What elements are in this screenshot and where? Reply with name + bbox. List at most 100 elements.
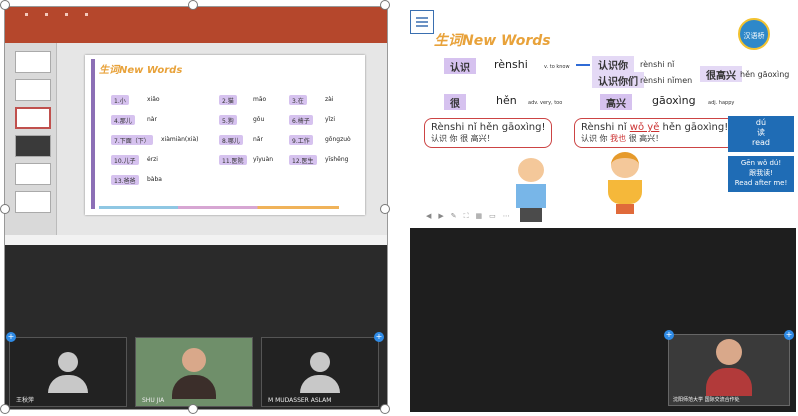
participant-tile-video[interactable]: SHU JIA [135, 337, 253, 407]
powerpoint-title-bar [5, 7, 387, 43]
vocab-word: 10.儿子 [111, 155, 139, 165]
vocab-pinyin: gāoxìng [652, 94, 696, 107]
participant-tile[interactable]: 王秋萍 [9, 337, 127, 407]
vocab-pinyin: zài [325, 96, 334, 103]
vocab-pinyin: gōngzuò [325, 136, 351, 143]
add-icon[interactable]: + [664, 330, 674, 340]
vocab-word: 6.椅子 [289, 115, 313, 125]
resize-handle[interactable] [0, 0, 10, 10]
vocab-word: 2.猫 [219, 95, 237, 105]
vocab-word: 5.狗 [219, 115, 237, 125]
resize-handle[interactable] [0, 204, 10, 214]
participant-name: 沈阳师范大学 国际交流合作处 [673, 397, 740, 403]
powerpoint-workspace: 生词New Words 1.小 xiǎo 2.猫 māo 3.在 zài 4.那… [5, 43, 387, 235]
bubble-pinyin: Rènshi nǐ hěn gāoxìng! [431, 122, 546, 133]
boy-cartoon-image [516, 158, 546, 222]
vocab-pinyin: yīyuàn [253, 156, 274, 163]
participant-video-feed [706, 339, 752, 396]
vocab-pinyin: xiǎo [147, 96, 160, 103]
left-shared-screen-window: 生词New Words 1.小 xiǎo 2.猫 māo 3.在 zài 4.那… [4, 6, 388, 410]
resize-handle[interactable] [380, 404, 390, 414]
vocab-word: 12.医生 [289, 155, 317, 165]
participant-name: M MUDASSER ASLAM [268, 397, 332, 404]
read-after-me-badge: Gēn wǒ dú! 跟我读! Read after me! [728, 156, 794, 192]
vocab-pinyin: xiàmiàn(xià) [161, 136, 199, 143]
participant-tile-video[interactable]: 沈阳师范大学 国际交流合作处 [668, 334, 790, 406]
vocab-word: 4.那儿 [111, 115, 135, 125]
bubble-hanzi-highlight: 我也 [610, 134, 627, 143]
read-after-english: Read after me! [734, 179, 788, 187]
arrow-icon [576, 64, 590, 66]
add-icon[interactable]: + [6, 332, 16, 342]
vocab-word: 认识 [444, 58, 476, 74]
slide-thumbnail-selected[interactable] [15, 107, 51, 129]
slide-title: 生词New Words [99, 65, 183, 76]
phrase: 很高兴 [700, 66, 742, 82]
slide-thumbnails-panel[interactable] [5, 43, 57, 235]
resize-handle[interactable] [188, 0, 198, 10]
vocab-pinyin: yǐzi [325, 116, 336, 123]
participant-tile[interactable]: M MUDASSER ASLAM [261, 337, 379, 407]
bubble-hanzi: 很 高兴！ [626, 134, 664, 143]
slide-title: 生词New Words [434, 33, 551, 49]
vocab-word: 高兴 [600, 94, 632, 110]
bubble-pinyin-highlight: wǒ yě [629, 122, 660, 133]
phrase: 认识你们 [592, 72, 644, 88]
participant-name: 王秋萍 [16, 397, 35, 404]
vocab-definition: adv. very, too [528, 100, 563, 106]
vocab-pinyin: hěn [496, 94, 517, 107]
phrase-pinyin: rènshi nǐmen [640, 76, 693, 85]
hanyuqiao-logo: 汉语桥 [738, 18, 770, 50]
avatar-placeholder-icon [300, 352, 340, 393]
bubble-hanzi: 认识 你 [581, 134, 611, 143]
bubble-hanzi: 认识 你 很 高兴！ [431, 134, 495, 143]
slide-thumbnail[interactable] [15, 163, 51, 185]
slideshow-toolbar[interactable]: ◀▶✎⛶▦▭⋯ [426, 212, 517, 221]
vocab-word: 7.下面（下） [111, 135, 153, 145]
vocab-word: 1.小 [111, 95, 129, 105]
slide-bottom-colorbar [99, 206, 339, 209]
participant-name: SHU JIA [142, 397, 165, 404]
vocab-word: 11.医院 [219, 155, 247, 165]
vocab-word: 9.工作 [289, 135, 313, 145]
vocab-word: 13.爸爸 [111, 175, 139, 185]
read-hanzi: 读 [757, 128, 765, 137]
slide-thumbnail[interactable] [15, 135, 51, 157]
phrase-pinyin: rènshi nǐ [640, 60, 675, 69]
participant-video-feed [172, 348, 216, 399]
read-pinyin: dú [755, 118, 767, 127]
resize-handle[interactable] [0, 404, 10, 414]
menu-icon[interactable] [410, 10, 434, 34]
add-icon[interactable]: + [784, 330, 794, 340]
slide-thumbnail[interactable] [15, 51, 51, 73]
vocab-definition: adj. happy [708, 100, 735, 106]
vocab-word: 8.哪儿 [219, 135, 243, 145]
phrase-pinyin: hěn gāoxìng [740, 70, 790, 79]
read-badge: dú 读 read [728, 116, 794, 152]
slide-thumbnail[interactable] [15, 79, 51, 101]
read-after-pinyin: Gēn wǒ dú! [740, 159, 782, 167]
avatar-placeholder-icon [48, 352, 88, 393]
read-english: read [751, 138, 770, 147]
bubble-pinyin: hěn gāoxìng! [659, 122, 729, 133]
vocab-pinyin: rènshi [494, 58, 528, 71]
slide-thumbnail[interactable] [15, 191, 51, 213]
resize-handle[interactable] [380, 0, 390, 10]
current-slide: 生词New Words 汉语桥 认识 rènshi v. to know 认识你… [410, 6, 796, 228]
bubble-pinyin: Rènshi nǐ [581, 122, 630, 133]
resize-handle[interactable] [380, 204, 390, 214]
speech-bubble: Rènshi nǐ hěn gāoxìng! 认识 你 很 高兴！ [424, 118, 553, 148]
vocab-pinyin: nǎr [253, 136, 263, 143]
vocab-definition: v. to know [544, 64, 570, 70]
vocab-pinyin: māo [253, 96, 267, 103]
read-after-hanzi: 跟我读! [749, 169, 773, 177]
vocab-pinyin: yīshēng [325, 156, 349, 163]
phrase: 认识你 [592, 56, 634, 72]
add-icon[interactable]: + [374, 332, 384, 342]
vocab-pinyin: gǒu [253, 116, 265, 123]
vocab-pinyin: érzi [147, 156, 158, 163]
vocab-pinyin: bàba [147, 176, 162, 183]
slide-accent-stripe [91, 59, 95, 209]
girl-cartoon-image [608, 152, 642, 214]
resize-handle[interactable] [188, 404, 198, 414]
